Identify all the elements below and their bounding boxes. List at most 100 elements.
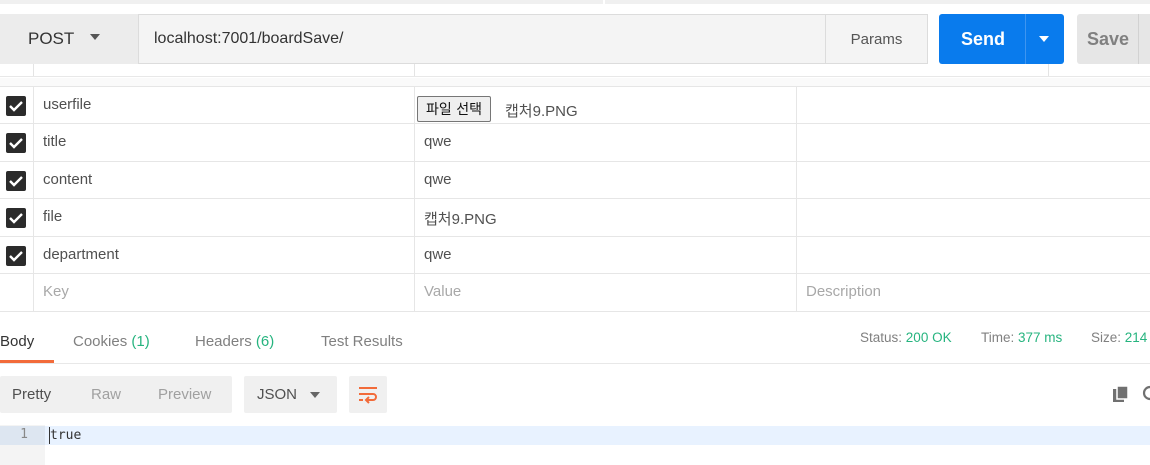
response-size: Size: 214	[1091, 330, 1147, 345]
description-cell[interactable]	[797, 124, 1150, 161]
view-raw-button[interactable]: Raw	[91, 386, 121, 403]
view-preview-button[interactable]: Preview	[158, 386, 211, 403]
method-label: POST	[28, 29, 75, 48]
value-input[interactable]: Value	[415, 274, 797, 311]
key-cell[interactable]: content	[34, 162, 415, 199]
response-status: Status: 200 OK	[860, 330, 952, 345]
save-divider	[1138, 14, 1139, 64]
wrap-lines-button[interactable]	[349, 376, 387, 413]
top-strip-gap	[603, 0, 605, 4]
send-label: Send	[961, 29, 1006, 49]
key-text: userfile	[43, 96, 92, 113]
tab-body[interactable]: Body	[0, 333, 34, 350]
tab-headers-label: Headers	[195, 333, 252, 350]
tab-headers-count: (6)	[255, 333, 275, 350]
copy-icon[interactable]	[1112, 385, 1130, 408]
divider-shade	[0, 78, 1150, 86]
table-row: content qwe	[0, 161, 1150, 199]
checkbox-checked-icon[interactable]	[6, 96, 26, 116]
checkbox-checked-icon[interactable]	[6, 208, 26, 228]
url-text: localhost:7001/boardSave/	[154, 30, 344, 47]
key-cell[interactable]: file	[34, 199, 415, 236]
size-label: Size:	[1091, 330, 1122, 345]
view-mode-selector: Pretty Raw Preview	[0, 376, 232, 413]
key-cell[interactable]: userfile	[34, 87, 415, 124]
response-tabs: Body Cookies (1) Headers (6) Test Result…	[0, 323, 1150, 364]
value-placeholder: Value	[424, 283, 462, 300]
description-cell[interactable]	[797, 199, 1150, 236]
response-body-editor[interactable]: 1 true	[0, 425, 1150, 465]
format-dropdown[interactable]: JSON	[244, 376, 337, 413]
tab-cookies[interactable]: Cookies (1)	[73, 333, 150, 350]
status-value: 200 OK	[905, 330, 952, 345]
checkbox-checked-icon[interactable]	[6, 133, 26, 153]
tab-cookies-label: Cookies	[73, 333, 128, 350]
table-row: userfile 파일 선택 캡처9.PNG	[0, 86, 1150, 124]
new-param-row: Key Value Description	[0, 273, 1150, 312]
view-pretty-button[interactable]: Pretty	[12, 386, 51, 403]
wrap-lines-icon	[359, 387, 377, 404]
row-checkbox-cell	[0, 237, 34, 274]
url-input[interactable]: localhost:7001/boardSave/	[138, 14, 828, 64]
description-cell[interactable]	[797, 162, 1150, 199]
key-cell[interactable]: title	[34, 124, 415, 161]
row-checkbox-cell	[0, 124, 34, 161]
key-text: department	[43, 246, 119, 263]
row-checkbox-cell	[0, 87, 34, 124]
table-row: title qwe	[0, 123, 1150, 161]
chevron-down-icon	[310, 392, 320, 398]
time-label: Time:	[981, 330, 1015, 345]
value-text: qwe	[424, 171, 452, 188]
value-text: 캡처9.PNG	[424, 211, 497, 228]
value-text: qwe	[424, 246, 452, 263]
row-checkbox-cell	[0, 199, 34, 236]
send-options-chevron-down-icon[interactable]	[1039, 36, 1049, 42]
time-value: 377 ms	[1018, 330, 1063, 345]
value-cell[interactable]: qwe	[415, 124, 797, 161]
chevron-down-icon	[90, 34, 100, 40]
response-time: Time: 377 ms	[981, 330, 1062, 345]
tab-headers[interactable]: Headers (6)	[195, 333, 274, 350]
divider	[0, 76, 1150, 77]
checkbox-checked-icon[interactable]	[6, 246, 26, 266]
method-dropdown[interactable]: POST	[0, 14, 138, 64]
active-line-highlight	[0, 426, 1150, 445]
value-cell[interactable]: 캡처9.PNG	[415, 199, 797, 236]
value-text: qwe	[424, 133, 452, 150]
checkbox-checked-icon[interactable]	[6, 171, 26, 191]
code-line: true	[50, 428, 82, 443]
column-divider	[414, 64, 415, 76]
tab-test-results[interactable]: Test Results	[321, 333, 403, 350]
value-cell: 파일 선택 캡처9.PNG	[415, 87, 797, 124]
file-name: 캡처9.PNG	[505, 103, 578, 120]
value-cell[interactable]: qwe	[415, 237, 797, 274]
search-icon[interactable]	[1141, 384, 1150, 409]
column-divider	[33, 64, 34, 76]
status-label: Status:	[860, 330, 903, 345]
save-label: Save	[1087, 29, 1130, 49]
row-checkbox-cell	[0, 162, 34, 199]
description-cell[interactable]	[797, 237, 1150, 274]
params-button[interactable]: Params	[825, 14, 928, 64]
table-row: file 캡처9.PNG	[0, 198, 1150, 236]
size-value: 214	[1124, 330, 1148, 345]
description-placeholder: Description	[806, 283, 882, 300]
key-input[interactable]: Key	[34, 274, 415, 311]
format-label: JSON	[257, 386, 298, 403]
description-cell[interactable]	[797, 87, 1150, 124]
key-text: file	[43, 208, 63, 225]
key-cell[interactable]: department	[34, 237, 415, 274]
key-text: title	[43, 133, 67, 150]
value-cell[interactable]: qwe	[415, 162, 797, 199]
description-input[interactable]: Description	[797, 274, 1150, 311]
choose-file-button[interactable]: 파일 선택	[417, 96, 491, 122]
line-number: 1	[20, 427, 28, 442]
send-button[interactable]: Send	[939, 14, 1064, 64]
request-bar: POST localhost:7001/boardSave/ Params Se…	[0, 0, 1150, 76]
table-row: department qwe	[0, 236, 1150, 274]
tab-cookies-count: (1)	[131, 333, 150, 350]
send-divider	[1025, 14, 1026, 64]
save-button[interactable]: Save	[1077, 14, 1150, 64]
row-checkbox-cell	[0, 274, 34, 311]
active-tab-indicator	[0, 360, 54, 363]
